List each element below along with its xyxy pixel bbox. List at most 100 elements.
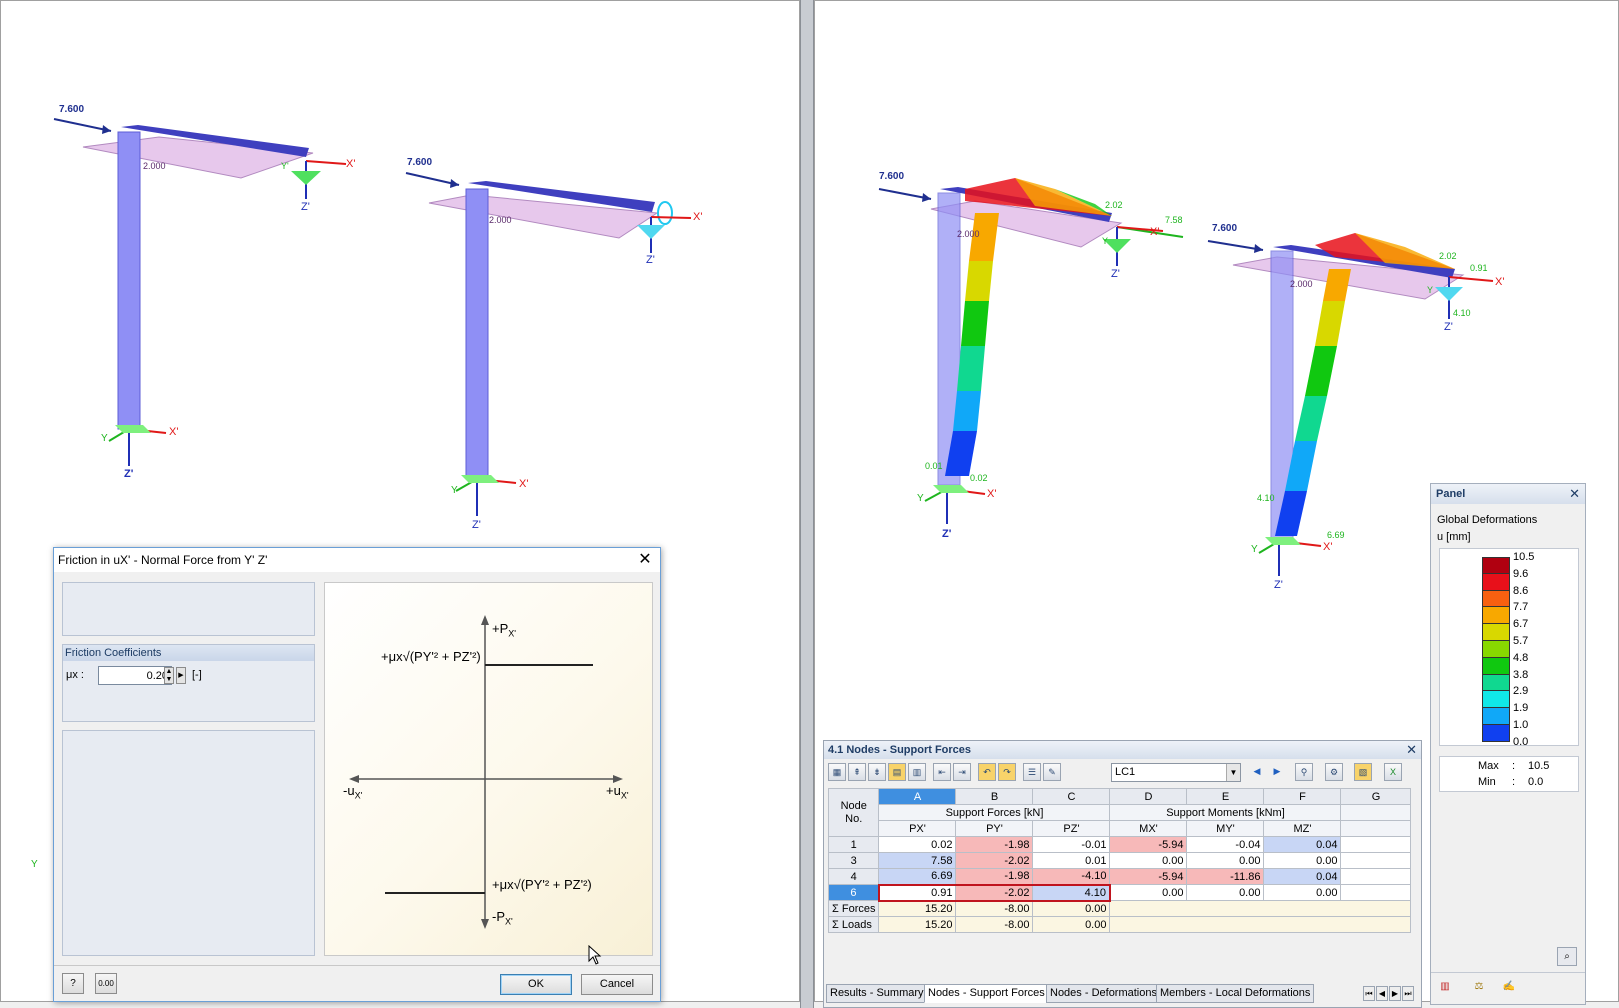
sum-cell: -8.00 <box>955 916 1034 933</box>
table-cell[interactable]: 0.91 <box>877 883 957 902</box>
col-letter[interactable]: G <box>1340 788 1412 805</box>
viewport-splitter[interactable] <box>800 0 814 1008</box>
table-row[interactable]: 1 0.02 -1.98 -0.01 -5.94 -0.04 0.04 <box>827 836 1412 853</box>
spin-updown-icon[interactable]: ▲ ▼ <box>164 667 174 684</box>
table-row-selected[interactable]: 6 0.91 -2.02 4.10 0.00 0.00 0.00 <box>827 883 1412 902</box>
cancel-button[interactable]: Cancel <box>581 974 653 995</box>
row-node[interactable]: 1 <box>827 836 880 853</box>
table-cell[interactable]: -0.04 <box>1186 836 1265 853</box>
formula-bottom: +μx√(PY'² + PZ'²) <box>492 877 592 892</box>
table-cell[interactable]: -5.94 <box>1109 836 1188 853</box>
prev-page-icon[interactable]: ⇤ <box>933 763 951 781</box>
next-case-icon[interactable]: ▶ <box>1268 763 1286 781</box>
result-panel: Panel ✕ Global Deformations u [mm] 10.5 9… <box>1430 483 1586 1005</box>
row-node[interactable]: 3 <box>827 852 880 869</box>
table-icon[interactable]: ☰ <box>1023 763 1041 781</box>
col-letter[interactable]: E <box>1186 788 1265 805</box>
chevron-down-icon[interactable]: ▼ <box>1226 764 1240 781</box>
table-cell[interactable]: -2.02 <box>955 852 1034 869</box>
table-cell[interactable]: 0.00 <box>1109 852 1188 869</box>
table-cell[interactable] <box>1340 852 1412 869</box>
filter-icon[interactable]: ▤ <box>888 763 906 781</box>
help-button[interactable]: ? <box>62 973 84 994</box>
color-bar-icon[interactable]: ▥ <box>1435 978 1455 997</box>
prev-case-icon[interactable]: ◀ <box>1248 763 1266 781</box>
prev-tab-icon[interactable]: ◀ <box>1376 986 1388 1001</box>
balance-icon[interactable]: ⚖ <box>1469 978 1489 997</box>
row-node[interactable]: 4 <box>827 868 880 885</box>
table-cell[interactable]: 0.04 <box>1263 836 1342 853</box>
table-cell[interactable]: -0.01 <box>1032 836 1111 853</box>
excel-icon[interactable]: X <box>1384 763 1402 781</box>
table-cell[interactable]: 7.58 <box>878 852 957 869</box>
row-node[interactable]: 6 <box>827 884 880 901</box>
next-tab-icon[interactable]: ▶ <box>1389 986 1401 1001</box>
table-cell[interactable]: 0.04 <box>1263 868 1342 885</box>
color-scale[interactable]: 10.5 9.6 8.6 7.7 6.7 5.7 4.8 3.8 2.9 1.9 1.0 0.0 <box>1439 548 1579 748</box>
sum-cell: 15.20 <box>878 900 957 917</box>
export-icon[interactable]: ⇟ <box>868 763 886 781</box>
col-letter[interactable]: F <box>1263 788 1342 805</box>
filter-funnel-icon[interactable]: ⚲ <box>1295 763 1313 781</box>
redo-icon[interactable]: ↷ <box>998 763 1016 781</box>
color-scale-icon[interactable]: ▧ <box>1354 763 1372 781</box>
table-cell[interactable]: 0.02 <box>878 836 957 853</box>
table-cell[interactable]: 0.00 <box>1263 884 1342 901</box>
table-row[interactable]: 4 6.69 -1.98 -4.10 -5.94 -11.86 0.04 <box>827 868 1412 885</box>
col-letter[interactable]: C <box>1032 788 1111 805</box>
close-icon[interactable]: ✕ <box>636 548 654 572</box>
zoom-icon[interactable]: ⌕ <box>1557 947 1577 966</box>
tab-nodes-deformations[interactable]: Nodes - Deformations <box>1046 984 1161 1003</box>
graph-icon[interactable]: ▦ <box>828 763 846 781</box>
table-cell[interactable]: -5.94 <box>1109 868 1188 885</box>
table-cell[interactable]: -1.98 <box>955 868 1034 885</box>
load-case-select[interactable]: LC1 ▼ <box>1111 763 1241 782</box>
table-cell[interactable]: 0.01 <box>1032 852 1111 869</box>
tab-members-local-deformations[interactable]: Members - Local Deformations <box>1156 984 1315 1003</box>
tab-results-summary[interactable]: Results - Summary <box>826 984 928 1003</box>
scale-swatch <box>1482 607 1510 625</box>
dialog-title-bar[interactable]: Friction in uX' - Normal Force from Y' Z… <box>54 548 660 572</box>
table-cell[interactable]: 0.00 <box>1186 884 1265 901</box>
import-icon[interactable]: ⇞ <box>848 763 866 781</box>
tab-nodes-support-forces[interactable]: Nodes - Support Forces <box>924 984 1049 1003</box>
undo-icon[interactable]: ↶ <box>978 763 996 781</box>
sum-row: Σ Forces 15.20 -8.00 0.00 <box>827 900 1412 917</box>
ok-button[interactable]: OK <box>500 974 572 995</box>
table-cell[interactable] <box>1340 868 1412 885</box>
next-page-icon[interactable]: ⇥ <box>953 763 971 781</box>
col-letter[interactable]: B <box>955 788 1034 805</box>
table-cell[interactable] <box>1340 836 1412 853</box>
scale-swatch <box>1482 674 1510 692</box>
table-cell[interactable]: -1.98 <box>955 836 1034 853</box>
units-button[interactable]: 0.00 <box>95 973 117 994</box>
col-letter[interactable]: A <box>878 788 957 805</box>
last-tab-icon[interactable]: ⏭ <box>1402 986 1414 1001</box>
tool-icon[interactable]: ✍ <box>1499 978 1519 997</box>
sub-header: PY' <box>955 820 1034 837</box>
scale-swatch <box>1482 641 1510 658</box>
axis-label: Z' <box>646 254 655 266</box>
mu-input[interactable] <box>98 666 172 685</box>
table-cell[interactable]: -4.10 <box>1032 868 1111 885</box>
table-cell[interactable]: 0.00 <box>1263 852 1342 869</box>
close-icon[interactable]: ✕ <box>1406 741 1417 759</box>
spin-next-icon[interactable]: ▶ <box>176 667 186 684</box>
first-tab-icon[interactable]: ⏮ <box>1363 986 1375 1001</box>
table-cell[interactable]: 4.10 <box>1032 883 1111 902</box>
table-cell[interactable]: 0.00 <box>1109 884 1188 901</box>
dialog-title: Friction in uX' - Normal Force from Y' Z… <box>58 553 268 567</box>
table-cell[interactable]: -2.02 <box>955 883 1034 902</box>
close-icon[interactable]: ✕ <box>1569 484 1580 504</box>
sum-cell: -8.00 <box>955 900 1034 917</box>
settings-icon[interactable]: ⚙ <box>1325 763 1343 781</box>
table-row[interactable]: 3 7.58 -2.02 0.01 0.00 0.00 0.00 <box>827 852 1412 869</box>
col-letter[interactable]: D <box>1109 788 1188 805</box>
table-cell[interactable]: 6.69 <box>878 868 957 885</box>
grid-icon[interactable]: ▥ <box>908 763 926 781</box>
table-cell[interactable]: -11.86 <box>1186 868 1265 885</box>
table-cell[interactable]: 0.00 <box>1186 852 1265 869</box>
edit-icon[interactable]: ✎ <box>1043 763 1061 781</box>
friction-graph <box>349 615 623 929</box>
table-cell[interactable] <box>1340 884 1412 901</box>
